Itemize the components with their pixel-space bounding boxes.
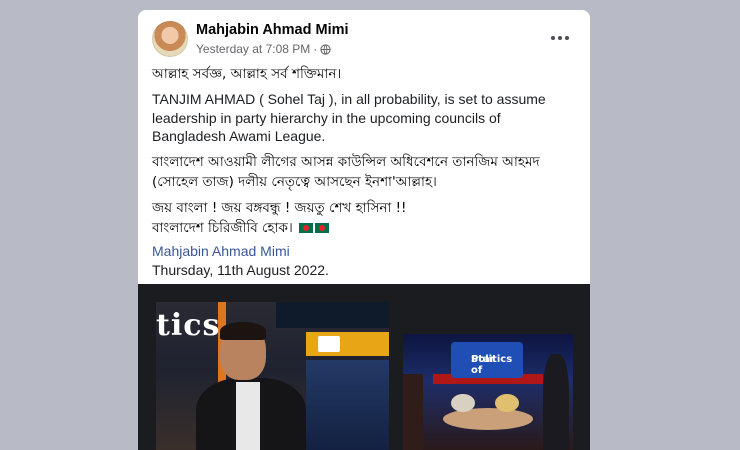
tv-studio-photo-1[interactable]: tics bbox=[156, 302, 389, 450]
studio-wordmark: tics bbox=[156, 308, 221, 343]
person-hair bbox=[220, 322, 266, 340]
guest-silhouette bbox=[403, 374, 423, 450]
slogan-line: জয় বাংলা ! জয় বঙ্গবন্ধু ! জয়তু শেখ হা… bbox=[152, 199, 407, 216]
post-media[interactable]: tics Star of Politics bbox=[138, 284, 590, 450]
flower-vase-left bbox=[451, 394, 475, 412]
post-header: Mahjabin Ahmad Mimi Yesterday at 7:08 PM… bbox=[152, 20, 576, 60]
wish-line: বাংলাদেশ চিরিজীবি হোক। bbox=[152, 219, 293, 236]
studio-panel bbox=[306, 360, 389, 450]
meta-separator: · bbox=[313, 42, 318, 56]
bangladesh-flag-icon bbox=[315, 222, 330, 233]
post-line-bn-3: জয় বাংলা ! জয় বঙ্গবন্ধু ! জয়তু শেখ হা… bbox=[152, 198, 578, 238]
post-line-bn-2: বাংলাদেশ আওয়ামী লীগের আসন্ন কাউন্সিল অধ… bbox=[152, 153, 540, 190]
studio-table bbox=[443, 408, 533, 430]
post-line-bn-1: আল্লাহ সর্বজ্ঞ, আল্লাহ সর্ব শক্তিমান। bbox=[152, 66, 342, 82]
flower-vase-right bbox=[495, 394, 519, 412]
post-line-en-1: TANJIM AHMAD ( Sohel Taj ), in all proba… bbox=[152, 91, 546, 144]
bangladesh-flag-icon bbox=[299, 222, 314, 233]
post-meta: Yesterday at 7:08 PM · bbox=[196, 42, 331, 56]
studio-screen bbox=[276, 302, 389, 328]
author-name[interactable]: Mahjabin Ahmad Mimi bbox=[196, 22, 349, 38]
author-avatar[interactable] bbox=[152, 21, 188, 57]
star-of-politics-logo: Star of Politics bbox=[451, 342, 523, 378]
tv-studio-photo-2[interactable]: Star of Politics bbox=[403, 334, 573, 450]
channel-logo-box bbox=[306, 332, 389, 356]
signature-name-link[interactable]: Mahjabin Ahmad Mimi bbox=[152, 242, 578, 261]
host-silhouette bbox=[543, 354, 569, 450]
globe-icon bbox=[320, 43, 331, 55]
post-timestamp[interactable]: Yesterday at 7:08 PM bbox=[196, 42, 310, 56]
more-options-icon[interactable] bbox=[548, 28, 572, 48]
signature-date: Thursday, 11th August 2022. bbox=[152, 261, 329, 278]
facebook-post-card: Mahjabin Ahmad Mimi Yesterday at 7:08 PM… bbox=[138, 10, 590, 450]
post-body: আল্লাহ সর্বজ্ঞ, আল্লাহ সর্ব শক্তিমান। TA… bbox=[152, 64, 578, 280]
